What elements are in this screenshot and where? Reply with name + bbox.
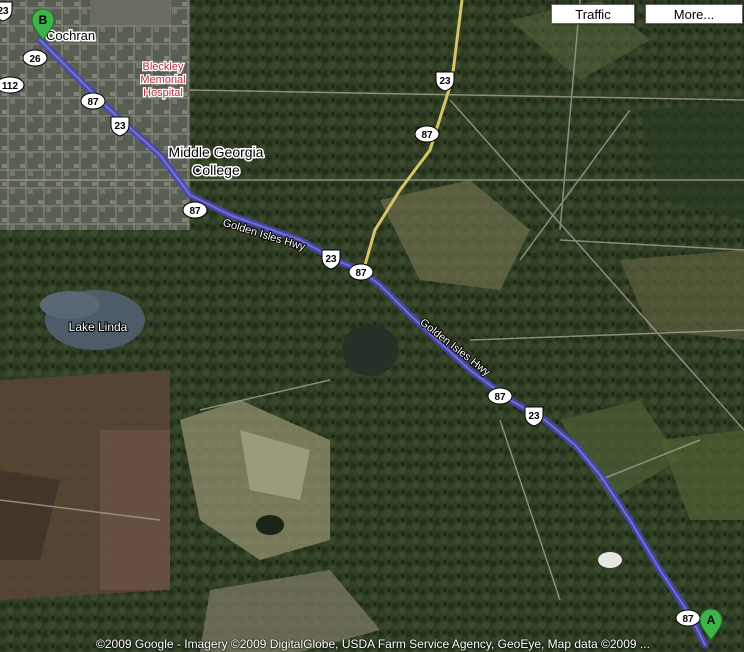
- place-label-cochran: Cochran: [46, 28, 95, 43]
- svg-text:B: B: [39, 13, 48, 27]
- more-button[interactable]: More...: [645, 4, 743, 24]
- svg-text:23: 23: [325, 254, 337, 265]
- route-shield-87: 87: [487, 387, 513, 405]
- route-shield-87: 87: [182, 201, 208, 219]
- route-shield-87: 87: [80, 92, 106, 110]
- route-shield-23: 23: [524, 406, 544, 427]
- route-shield-23: 23: [321, 249, 341, 270]
- route-shield-23: 23: [0, 1, 13, 22]
- svg-text:23: 23: [114, 121, 126, 132]
- map-labels: Cochran Bleckley Memorial Hospital Middl…: [0, 1, 723, 641]
- route-shield-87: 87: [414, 125, 440, 143]
- map-view[interactable]: Cochran Bleckley Memorial Hospital Middl…: [0, 0, 744, 652]
- route-shield-23: 23: [110, 116, 130, 137]
- svg-text:23: 23: [528, 411, 540, 422]
- place-label-hospital-1: Bleckley: [143, 61, 184, 73]
- svg-text:112: 112: [2, 81, 19, 92]
- place-label-college-1: Middle Georgia: [169, 144, 264, 160]
- svg-text:A: A: [707, 613, 716, 627]
- road-label-2: Golden Isles Hwy: [417, 317, 492, 379]
- copyright-notice: ©2009 Google - Imagery ©2009 DigitalGlob…: [96, 637, 650, 651]
- svg-text:87: 87: [682, 614, 694, 625]
- marker-a-icon[interactable]: A: [699, 608, 723, 641]
- svg-text:87: 87: [87, 97, 99, 108]
- svg-text:87: 87: [355, 268, 367, 279]
- route-shield-23: 23: [435, 71, 455, 92]
- svg-text:87: 87: [494, 392, 506, 403]
- route-shield-26: 26: [22, 49, 48, 67]
- route-shield-87: 87: [675, 609, 701, 627]
- place-label-hospital-2: Memorial: [140, 74, 185, 86]
- route-shield-112: 112: [0, 76, 25, 94]
- route-shield-87: 87: [348, 263, 374, 281]
- place-label-lake: Lake Linda: [69, 320, 128, 334]
- place-label-college-2: College: [192, 162, 240, 178]
- svg-text:87: 87: [189, 206, 201, 217]
- svg-text:26: 26: [29, 54, 41, 65]
- svg-text:87: 87: [421, 130, 433, 141]
- svg-text:23: 23: [439, 76, 451, 87]
- place-label-hospital-3: Hospital: [143, 87, 183, 99]
- traffic-button[interactable]: Traffic: [551, 4, 635, 24]
- svg-text:23: 23: [0, 6, 9, 17]
- road-label-1: Golden Isles Hwy: [221, 217, 307, 254]
